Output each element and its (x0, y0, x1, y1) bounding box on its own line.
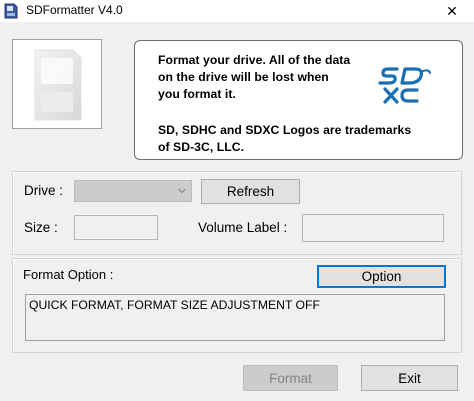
title-bar[interactable]: SDFormatter V4.0 ✕ (0, 0, 474, 22)
refresh-button[interactable]: Refresh (201, 179, 300, 204)
info-line: on the drive will be lost when (158, 70, 329, 84)
format-option-label: Format Option : (23, 267, 114, 282)
format-option-display: QUICK FORMAT, FORMAT SIZE ADJUSTMENT OFF (25, 294, 445, 341)
sdxc-logo-icon (378, 67, 431, 104)
info-line: Format your drive. All of the data (158, 53, 351, 67)
volume-label-field[interactable] (302, 214, 444, 242)
sd-card-graphic (34, 49, 82, 121)
sd-card-image-frame (12, 39, 102, 129)
exit-button[interactable]: Exit (361, 365, 458, 391)
info-line: you format it. (158, 87, 236, 101)
sd-card-icon (4, 3, 18, 19)
drive-select[interactable] (74, 180, 192, 202)
window-title: SDFormatter V4.0 (26, 3, 123, 17)
info-line: SD, SDHC and SDXC Logos are trademarks (158, 123, 412, 137)
format-option-text: QUICK FORMAT, FORMAT SIZE ADJUSTMENT OFF (29, 298, 320, 312)
drive-label: Drive : (24, 183, 64, 198)
info-panel: Format your drive. All of the data on th… (134, 40, 463, 160)
size-field (74, 215, 158, 240)
info-line: of SD-3C, LLC. (158, 140, 245, 154)
close-icon: ✕ (446, 2, 458, 19)
close-button[interactable]: ✕ (430, 0, 474, 22)
chevron-down-icon (178, 188, 186, 194)
volume-label-label: Volume Label : (198, 220, 288, 235)
size-label: Size : (24, 220, 58, 235)
option-button[interactable]: Option (317, 265, 446, 288)
format-button[interactable]: Format (243, 365, 338, 391)
